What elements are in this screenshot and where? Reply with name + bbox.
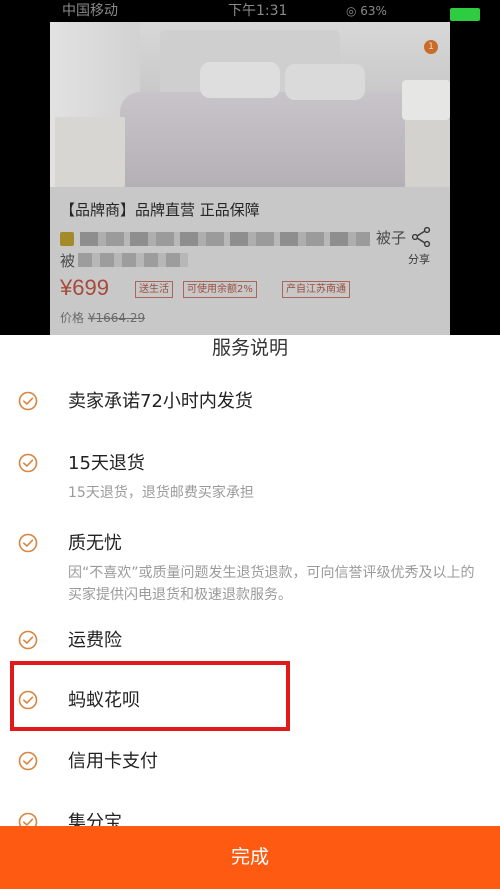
original-price: 价格 ¥1664.29 xyxy=(60,309,145,326)
service-title: 质无忧 xyxy=(68,533,122,554)
battery-icon xyxy=(450,8,480,21)
share-label: 分享 xyxy=(408,253,430,266)
original-price-label: 价格 xyxy=(60,311,85,325)
product-image: 1 xyxy=(50,22,450,187)
check-circle-icon xyxy=(18,630,38,650)
original-price-value: ¥1664.29 xyxy=(87,311,146,325)
share-icon[interactable] xyxy=(410,227,432,247)
product-info: 【品牌商】品牌直营 正品保障 被子 被 分享 ¥699 送生活 可使用余额2% … xyxy=(50,187,450,335)
promo-tag: 可使用余额2% xyxy=(183,281,257,298)
service-sheet: 服务说明 卖家承诺72小时内发货 15天退货 15天退货，退货邮费买家承担 质无… xyxy=(0,335,500,889)
product-page-dimmed: 1 【品牌商】品牌直营 正品保障 被子 被 分享 ¥699 送生活 可使用余额2… xyxy=(50,22,450,335)
product-title-line2: 被 xyxy=(60,252,76,270)
service-title: 运费险 xyxy=(68,630,122,651)
status-time: 下午1:31 xyxy=(228,3,288,19)
product-title-tail: 被子 xyxy=(376,229,407,247)
store-icon xyxy=(60,232,74,246)
service-title: 15天退货 xyxy=(68,453,145,474)
product-title-line2-blurred xyxy=(78,253,188,267)
service-title: 信用卡支付 xyxy=(68,751,158,772)
promo-tag: 送生活 xyxy=(135,281,173,298)
check-circle-icon xyxy=(18,533,38,553)
service-desc: 15天退货，退货邮费买家承担 xyxy=(68,485,254,501)
done-button[interactable]: 完成 xyxy=(0,826,500,889)
product-title-blurred xyxy=(80,232,370,246)
status-bar: 中国移动 下午1:31 ◎ 63% xyxy=(0,0,500,22)
service-desc: 因“不喜欢”或质量问题发生退货退款，可向信誉评级优秀及以上的买家提供闪电退货和极… xyxy=(68,565,475,603)
highlight-annotation xyxy=(10,661,290,731)
check-circle-icon xyxy=(18,391,38,411)
status-right: ◎ 63% xyxy=(346,4,387,18)
service-title: 卖家承诺72小时内发货 xyxy=(68,391,253,412)
brand-line: 【品牌商】品牌直营 正品保障 xyxy=(60,201,260,219)
cart-badge: 1 xyxy=(424,40,438,54)
check-circle-icon xyxy=(18,751,38,771)
status-carrier: 中国移动 xyxy=(62,3,118,19)
check-circle-icon xyxy=(18,453,38,473)
origin-tag: 产自江苏南通 xyxy=(282,281,350,298)
price: ¥699 xyxy=(60,275,109,300)
sheet-title: 服务说明 xyxy=(211,337,288,359)
